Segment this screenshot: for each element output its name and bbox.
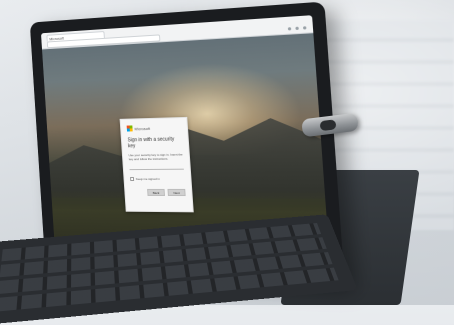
checkbox-label: Keep me signed in	[136, 177, 160, 181]
settings-icon[interactable]	[295, 27, 298, 30]
dialog-title: Sign in with a security key	[127, 136, 182, 149]
fingerprint-sensor-icon	[319, 119, 336, 131]
dialog-body-text: Use your security key to sign in. Insert…	[128, 152, 183, 161]
microsoft-logo-text: Microsoft	[134, 125, 150, 130]
dialog-buttons: Back Next	[131, 189, 186, 196]
keep-signed-in-checkbox[interactable]: Keep me signed in	[130, 177, 185, 181]
next-button[interactable]: Next	[167, 189, 185, 196]
browser-toolbar: Microsoft	[41, 15, 313, 49]
back-button[interactable]: Back	[147, 189, 165, 196]
sign-in-dialog: Microsoft Sign in with a security key Us…	[120, 117, 194, 212]
star-icon[interactable]	[288, 27, 291, 30]
browser-toolbar-icons	[265, 25, 306, 33]
menu-icon[interactable]	[303, 26, 306, 29]
microsoft-logo-icon	[127, 125, 133, 131]
checkbox-icon[interactable]	[130, 177, 134, 181]
microsoft-logo: Microsoft	[127, 124, 182, 131]
divider	[130, 169, 184, 170]
